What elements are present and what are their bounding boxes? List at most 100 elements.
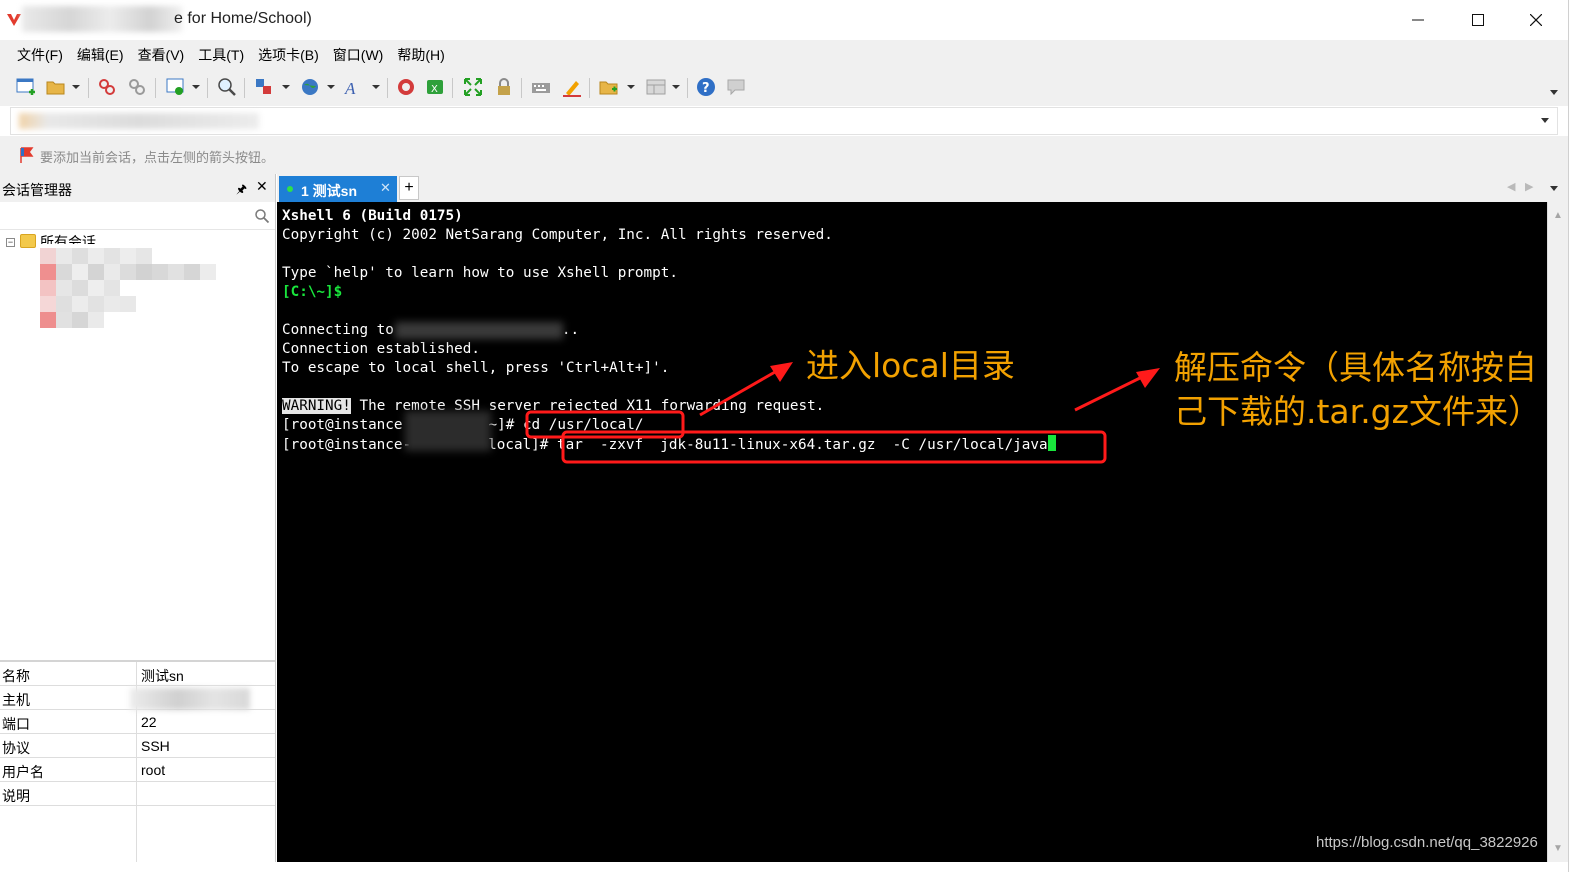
maximize-button[interactable] (1456, 4, 1500, 36)
svg-text:X: X (431, 84, 438, 95)
menu-edit[interactable]: 编辑(E) (70, 40, 131, 68)
layout-dropdown-caret[interactable] (672, 85, 680, 89)
window-title: e for Home/School) (174, 10, 312, 27)
session-manager-close-icon[interactable]: ✕ (256, 178, 268, 195)
local-prompt: [C:\~]$ (282, 284, 343, 300)
property-row-username: 用户名 root (0, 758, 275, 782)
redacted-title-region (22, 6, 182, 32)
redacted-host (130, 688, 250, 710)
redacted-hostname (405, 411, 491, 451)
address-bar[interactable] (10, 107, 1558, 135)
menu-help[interactable]: 帮助(H) (390, 40, 451, 68)
globe-dropdown-caret[interactable] (327, 85, 335, 89)
xftp-icon[interactable] (395, 76, 417, 98)
menu-tab[interactable]: 选项卡(B) (251, 40, 326, 68)
toolbar-separator (244, 78, 245, 98)
menu-tools[interactable]: 工具(T) (191, 40, 251, 68)
property-key: 用户名 (2, 764, 44, 780)
pin-icon[interactable]: 🖈 (236, 180, 247, 201)
property-key: 名称 (2, 668, 30, 684)
folder-icon (20, 234, 36, 248)
terminal-line: Connection established. (282, 341, 480, 357)
properties-icon[interactable] (165, 76, 187, 98)
toolbar-separator (687, 78, 688, 98)
toolbar-separator (207, 78, 208, 98)
tab-list-dropdown-icon[interactable] (1550, 186, 1558, 191)
property-key: 协议 (2, 740, 30, 756)
toolbar-separator (452, 78, 453, 98)
fullscreen-icon[interactable] (462, 76, 484, 98)
layout-icon[interactable] (645, 76, 667, 98)
session-search-field[interactable] (0, 202, 275, 230)
transfer-icon[interactable] (253, 76, 275, 98)
highlight-icon[interactable] (561, 76, 583, 98)
property-value: 测试sn (141, 668, 184, 684)
connect-icon[interactable] (96, 76, 118, 98)
minimize-icon (1412, 19, 1424, 21)
svg-text:A: A (344, 79, 356, 98)
tab-label: 1 测试sn (301, 183, 358, 199)
lock-icon[interactable] (493, 76, 515, 98)
new-session-icon[interactable] (15, 76, 37, 98)
disconnect-icon[interactable] (126, 76, 148, 98)
tree-collapse-toggle[interactable]: − (6, 238, 15, 247)
property-key: 说明 (2, 788, 30, 804)
redacted-session-list (26, 248, 222, 340)
toolbar: A X ? (0, 68, 1568, 106)
annotation-note-tar-line1: 解压命令（具体名称按自 (1174, 348, 1537, 387)
scroll-down-icon[interactable]: ▼ (1553, 843, 1563, 854)
menu-window[interactable]: 窗口(W) (326, 40, 391, 68)
scroll-up-icon[interactable]: ▲ (1553, 210, 1563, 221)
terminal-line: Type `help' to learn how to use Xshell p… (282, 265, 678, 281)
toolbar-separator (155, 78, 156, 98)
session-manager-header: 会话管理器 🖈 ✕ (0, 174, 275, 202)
property-row-host: 主机 (0, 686, 275, 710)
new-tab-button[interactable]: + (399, 176, 419, 200)
menu-file[interactable]: 文件(F) (10, 40, 70, 68)
search-icon[interactable] (254, 208, 270, 224)
tab-strip: 1 测试sn ✕ + ◀ ▶ (277, 174, 1568, 202)
menu-view[interactable]: 查看(V) (131, 40, 192, 68)
globe-icon[interactable] (299, 76, 321, 98)
font-dropdown-caret[interactable] (372, 85, 380, 89)
address-dropdown-icon[interactable] (1541, 118, 1549, 123)
tab-next-icon[interactable]: ▶ (1525, 180, 1533, 193)
properties-dropdown-caret[interactable] (192, 85, 200, 89)
open-folder-icon[interactable] (45, 76, 67, 98)
hint-text: 要添加当前会话，点击左侧的箭头按钮。 (40, 150, 275, 165)
property-value: 22 (141, 714, 157, 730)
chat-icon[interactable] (725, 76, 747, 98)
help-icon[interactable]: ? (695, 76, 717, 98)
terminal-area[interactable]: Xshell 6 (Build 0175) Copyright (c) 2002… (277, 202, 1547, 862)
find-icon[interactable] (216, 76, 238, 98)
annotation-note-tar-line2: 己下载的.tar.gz文件来） (1174, 392, 1541, 431)
annotation-note-cd: 进入local目录 (806, 346, 1015, 385)
warning-label: WARNING! (282, 398, 351, 414)
tab-close-icon[interactable]: ✕ (380, 180, 391, 196)
property-row-protocol: 协议 SSH (0, 734, 275, 758)
tab-prev-icon[interactable]: ◀ (1507, 180, 1515, 193)
new-folder-icon[interactable] (598, 76, 620, 98)
xshell-green-icon[interactable]: X (424, 76, 446, 98)
new-folder-dropdown-caret[interactable] (627, 85, 635, 89)
transfer-dropdown-caret[interactable] (282, 85, 290, 89)
terminal-scrollbar[interactable]: ▲ ▼ (1547, 202, 1568, 862)
property-key: 主机 (2, 692, 30, 708)
terminal-text: [root@instance- (282, 437, 412, 453)
tab-session-1[interactable]: 1 测试sn ✕ (279, 176, 397, 202)
toolbar-overflow-icon[interactable] (1550, 90, 1558, 95)
keyboard-icon[interactable] (530, 76, 552, 98)
title-bar: e for Home/School) (0, 0, 1568, 40)
open-dropdown-caret[interactable] (72, 85, 80, 89)
toolbar-separator (521, 78, 522, 98)
terminal-cursor (1047, 435, 1056, 451)
property-value: root (141, 762, 166, 778)
close-button[interactable] (1514, 4, 1558, 36)
tree-root-label[interactable]: 所有会话 (40, 232, 96, 244)
minimize-button[interactable] (1396, 4, 1440, 36)
font-icon[interactable]: A (343, 76, 365, 98)
terminal-line: [root@instance-local]# tar -zxvf jdk-8u1… (282, 435, 1056, 454)
maximize-icon (1472, 14, 1484, 26)
add-session-arrow-icon[interactable] (18, 146, 36, 164)
terminal-text: [root@instance (282, 417, 403, 433)
